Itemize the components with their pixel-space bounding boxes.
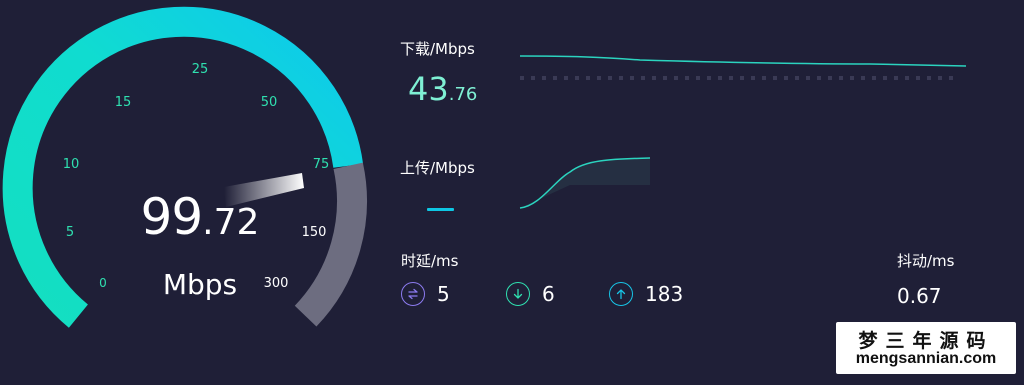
jitter-label: 抖动/ms	[897, 252, 955, 270]
current-speed-reading: 99.72	[100, 188, 300, 246]
arrow-down-circle-icon	[506, 282, 530, 306]
current-speed-integer: 99	[140, 188, 204, 246]
tick-label-75: 75	[313, 157, 330, 172]
jitter-value: 0.67	[897, 284, 942, 308]
latency-item-upload: 183	[609, 282, 683, 306]
swap-icon	[401, 282, 425, 306]
tick-label-150: 150	[302, 225, 327, 240]
latency-item-idle: 5	[401, 282, 450, 306]
current-speed-decimal: .72	[202, 202, 260, 243]
tick-label-50: 50	[261, 95, 278, 110]
download-value-integer: 43	[408, 70, 449, 108]
download-value-decimal: .76	[448, 84, 478, 105]
latency-download-value: 6	[542, 282, 555, 306]
upload-sparkline	[519, 157, 651, 209]
current-speed-unit: Mbps	[162, 268, 238, 301]
watermark-chinese: 梦三年源码	[858, 330, 994, 352]
watermark: 梦三年源码 mengsannian.com	[836, 322, 1016, 374]
upload-sparkline-fill	[520, 158, 650, 208]
speed-gauge: 0 5 10 15 25 50 75 150 300 99.72 Mbps	[0, 0, 400, 385]
tick-label-10: 10	[63, 157, 80, 172]
tick-label-25: 25	[192, 62, 209, 77]
download-value: 43.76	[408, 70, 477, 108]
tick-label-15: 15	[115, 95, 132, 110]
gauge-arc-inactive	[294, 162, 367, 327]
latency-label: 时延/ms	[401, 252, 459, 270]
download-sparkline-line	[519, 55, 967, 67]
latency-item-download: 6	[506, 282, 555, 306]
latency-idle-value: 5	[437, 282, 450, 306]
latency-upload-value: 183	[645, 282, 684, 306]
upload-label: 上传/Mbps	[400, 159, 475, 177]
download-sparkline	[519, 55, 967, 80]
upload-value-placeholder	[427, 208, 454, 211]
tick-label-5: 5	[66, 225, 74, 240]
arrow-up-circle-icon	[609, 282, 633, 306]
watermark-site: mengsannian.com	[855, 350, 997, 367]
download-label: 下载/Mbps	[400, 40, 475, 58]
